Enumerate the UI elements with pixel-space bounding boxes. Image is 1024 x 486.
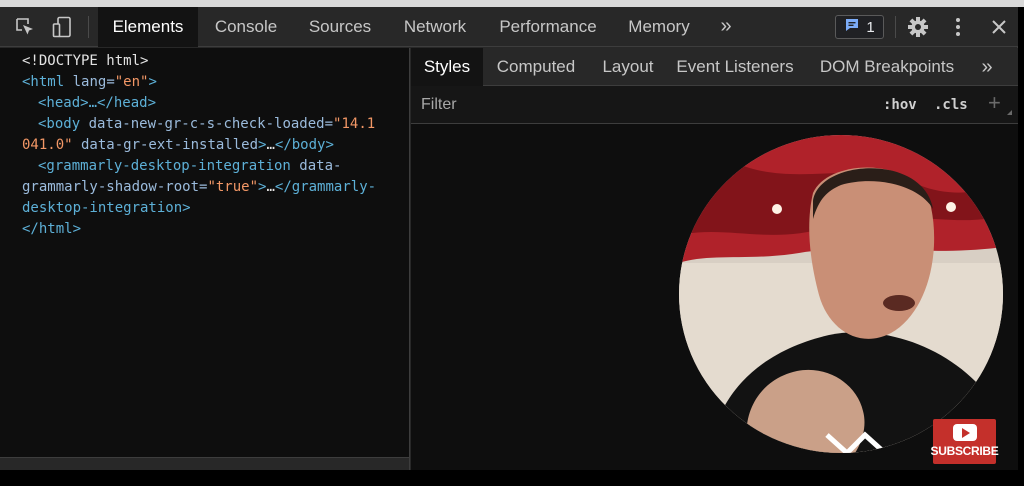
tag-text: <html: [22, 74, 65, 90]
window-top-strip: [0, 0, 1024, 7]
subscribe-button[interactable]: SUBSCRIBE: [930, 419, 999, 464]
attr-value: "true": [207, 179, 259, 195]
main-toolbar: Elements Console Sources Network Perform…: [0, 7, 1018, 47]
tab-network[interactable]: Network: [392, 7, 478, 47]
issues-button[interactable]: 1: [835, 15, 884, 39]
new-rule-menu-indicator: [1007, 110, 1012, 115]
attr-value: "14.1: [333, 116, 376, 132]
subscribe-label: SUBSCRIBE: [930, 444, 999, 458]
gear-icon[interactable]: [907, 16, 929, 38]
dom-node-html[interactable]: <html lang="en">: [22, 72, 157, 93]
webcam-overlay: [679, 135, 1003, 453]
styles-filter-input[interactable]: [413, 90, 868, 120]
message-icon: [844, 17, 860, 38]
attr-eq: =: [324, 116, 334, 132]
attr-value: "en": [114, 74, 149, 90]
collapsed-ellipsis: …: [266, 137, 275, 153]
dom-node-body-cont[interactable]: 041.0" data-gr-ext-installed>…</body>: [22, 135, 334, 156]
hov-toggle-button[interactable]: :hov: [883, 94, 917, 116]
dom-node-grammarly-cont[interactable]: grammarly-shadow-root="true">…</grammarl…: [22, 177, 376, 198]
tab-memory[interactable]: Memory: [618, 7, 700, 47]
collapsed-ellipsis: …: [266, 179, 275, 195]
attr-name: grammarly-shadow-root: [22, 179, 200, 195]
dom-node-grammarly-end[interactable]: desktop-integration>: [22, 198, 191, 219]
more-sidebar-tabs-button[interactable]: »: [973, 48, 1001, 86]
tab-styles[interactable]: Styles: [411, 48, 483, 86]
tab-performance[interactable]: Performance: [490, 7, 606, 47]
tag-text: >: [148, 74, 157, 90]
tab-layout[interactable]: Layout: [593, 48, 663, 86]
presenter-video-frame: [679, 135, 1003, 453]
attr-name: data-gr-ext-installed: [72, 137, 259, 153]
breadcrumb-bar: [0, 457, 410, 470]
dom-node-html-close[interactable]: </html>: [22, 219, 81, 240]
close-icon[interactable]: [988, 16, 1010, 38]
attr-value: 041.0": [22, 137, 73, 153]
dom-tree: <!DOCTYPE html> <html lang="en"> <head>……: [0, 48, 410, 457]
inspect-element-icon[interactable]: [14, 16, 36, 38]
sidebar-tabs: Styles Computed Layout Event Listeners D…: [411, 48, 1018, 86]
tag-text: <grammarly-desktop-integration: [38, 158, 291, 174]
more-tabs-button[interactable]: »: [712, 7, 740, 47]
dom-node-grammarly[interactable]: <grammarly-desktop-integration data-: [38, 156, 341, 177]
dom-node-body[interactable]: <body data-new-gr-c-s-check-loaded="14.1: [38, 114, 375, 135]
tab-sources[interactable]: Sources: [296, 7, 384, 47]
tab-event-listeners[interactable]: Event Listeners: [673, 48, 797, 86]
tag-text: <body: [38, 116, 81, 132]
tab-dom-breakpoints[interactable]: DOM Breakpoints: [813, 48, 961, 86]
styles-filter-bar: :hov .cls +: [411, 86, 1018, 124]
device-toolbar-icon[interactable]: [51, 16, 73, 38]
tag-text: </body>: [274, 137, 334, 153]
dom-node-head[interactable]: <head>…</head>: [38, 93, 156, 114]
tab-console[interactable]: Console: [203, 7, 289, 47]
tag-text: </grammarly-: [274, 179, 377, 195]
toolbar-divider: [895, 16, 896, 38]
dom-node-doctype[interactable]: <!DOCTYPE html>: [22, 51, 148, 72]
tab-elements[interactable]: Elements: [98, 7, 198, 47]
new-style-rule-button[interactable]: +: [988, 90, 1001, 116]
issues-count: 1: [866, 18, 875, 36]
tab-computed[interactable]: Computed: [489, 48, 583, 86]
toolbar-divider: [88, 16, 89, 38]
attr-name: data-: [290, 158, 342, 174]
play-icon: [952, 424, 977, 441]
attr-name: lang: [64, 74, 107, 90]
cls-toggle-button[interactable]: .cls: [934, 94, 968, 116]
attr-eq: =: [106, 74, 115, 90]
kebab-menu-icon[interactable]: [947, 16, 969, 38]
attr-name: data-new-gr-c-s-check-loaded: [80, 116, 325, 132]
